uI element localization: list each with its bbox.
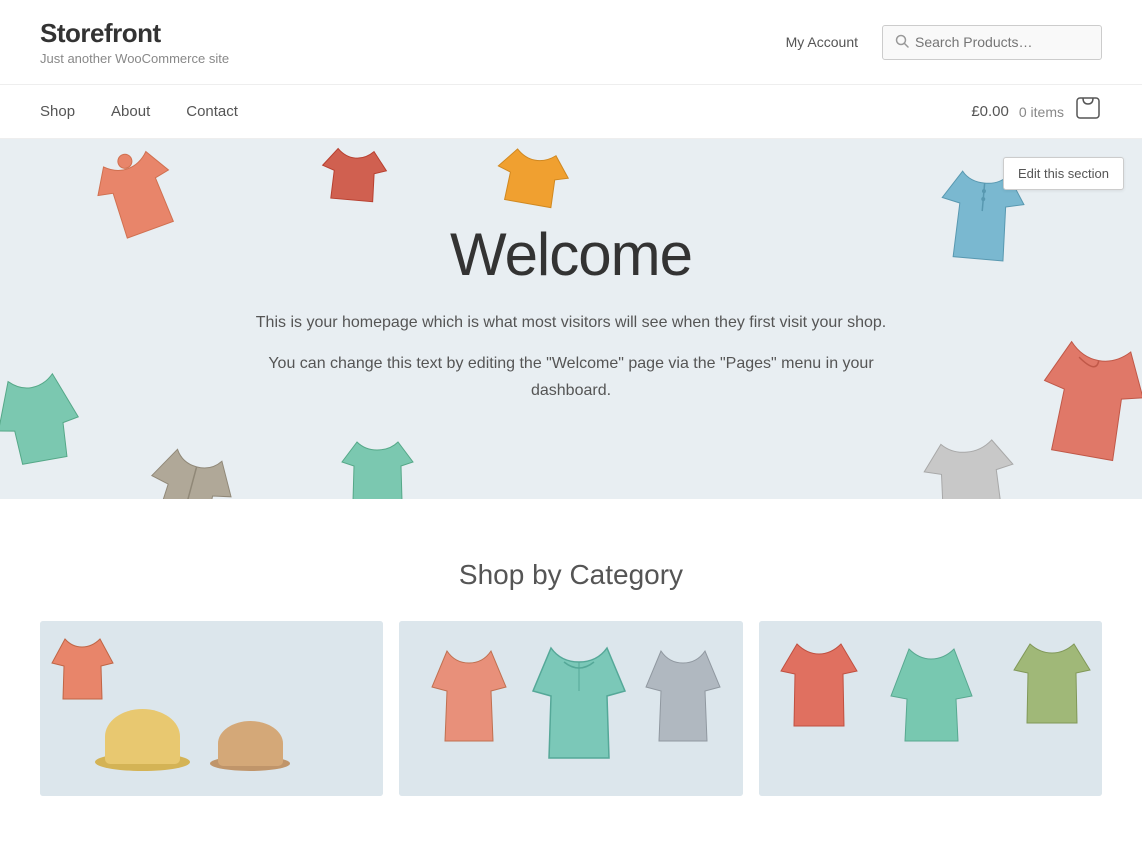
cart-total: £0.00 (971, 103, 1009, 120)
site-tagline: Just another WooCommerce site (40, 51, 229, 66)
shop-section-title: Shop by Category (40, 559, 1102, 591)
edit-section-button[interactable]: Edit this section (1003, 157, 1124, 190)
header-right: My Account (786, 25, 1102, 60)
category-card-1[interactable] (40, 621, 383, 796)
hero-line1: This is your homepage which is what most… (241, 309, 901, 336)
site-nav: Shop About Contact £0.00 0 items (0, 85, 1142, 139)
clothing-item-5 (0, 362, 88, 475)
nav-link-about[interactable]: About (93, 85, 168, 138)
cart-area: £0.00 0 items (971, 95, 1102, 128)
nav-link-contact[interactable]: Contact (168, 85, 256, 138)
search-icon (895, 34, 909, 51)
hero-content: Welcome This is your homepage which is w… (221, 180, 921, 459)
site-branding: Storefront Just another WooCommerce site (40, 18, 229, 66)
nav-links: Shop About Contact (40, 85, 256, 138)
cart-icon (1074, 95, 1102, 123)
category-card-2[interactable] (399, 621, 742, 796)
hero-title: Welcome (241, 220, 901, 289)
category-card-3[interactable] (759, 621, 1102, 796)
hero-line2: You can change this text by editing the … (241, 350, 901, 404)
hero-section: Edit this section (0, 139, 1142, 499)
site-title: Storefront (40, 18, 229, 49)
cart-icon-wrap[interactable] (1074, 95, 1102, 128)
search-bar (882, 25, 1102, 60)
shop-section: Shop by Category (0, 499, 1142, 796)
category-grid (40, 621, 1102, 796)
clothing-item-8 (1027, 325, 1142, 472)
site-header: Storefront Just another WooCommerce site… (0, 0, 1142, 85)
cart-items-text: 0 items (1019, 104, 1064, 120)
clothing-item-7 (918, 430, 1020, 499)
search-input[interactable] (915, 34, 1089, 50)
nav-link-shop[interactable]: Shop (40, 85, 93, 138)
my-account-link[interactable]: My Account (786, 34, 858, 50)
clothing-item-1 (81, 139, 193, 254)
